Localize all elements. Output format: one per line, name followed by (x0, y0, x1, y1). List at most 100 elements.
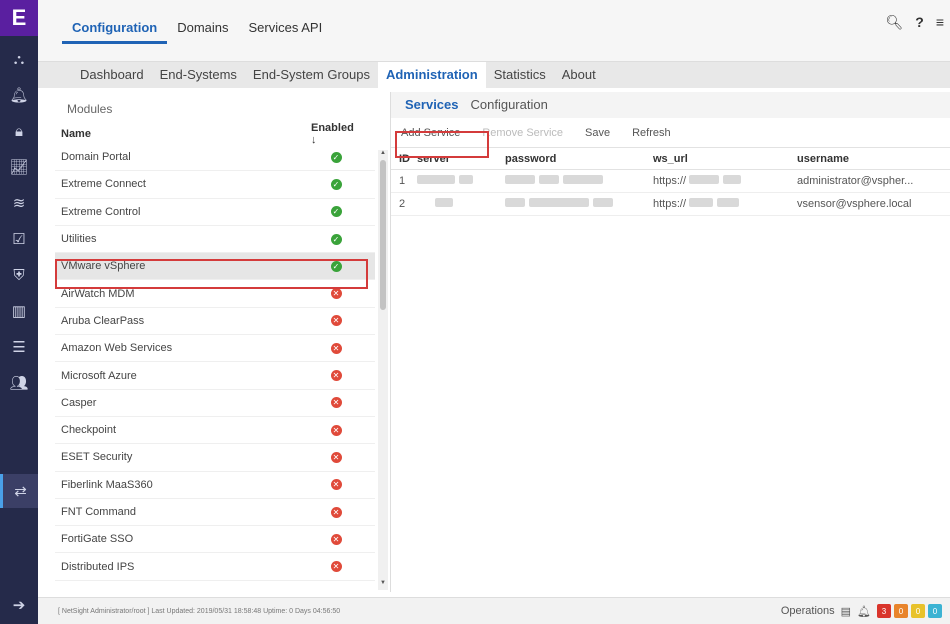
module-name: Microsoft Azure (61, 369, 137, 382)
list-item[interactable]: FortiGate SSO ✕ (55, 526, 375, 554)
tab-service-configuration[interactable]: Configuration (465, 92, 554, 118)
list-item[interactable]: Checkpoint ✕ (55, 417, 375, 445)
status-right: Operations ▤ 🔔︎ 3000 (781, 604, 942, 618)
enabled-cell[interactable]: ✕ (311, 424, 361, 436)
top-icons: 🔍︎ ? ≡ (885, 14, 950, 31)
list-item[interactable]: Amazon Web Services ✕ (55, 335, 375, 363)
alarm-count-badge[interactable]: 0 (911, 604, 925, 618)
module-name: FNT Command (61, 506, 136, 518)
list-item[interactable]: FNT Command ✕ (55, 499, 375, 527)
tab-statistics[interactable]: Statistics (486, 62, 554, 88)
operations-link[interactable]: Operations (781, 605, 835, 617)
lock-icon[interactable]: 🔒︎ (0, 114, 38, 148)
list-item[interactable]: Fiberlink MaaS360 ✕ (55, 472, 375, 499)
module-name: Aruba ClearPass (61, 314, 145, 327)
remove-service-button[interactable]: Remove Service (482, 127, 563, 139)
modules-scrollbar[interactable]: ▲ ▼ (378, 150, 388, 590)
module-name: Checkpoint (61, 424, 117, 437)
enabled-cell[interactable]: ✕ (311, 315, 361, 327)
enabled-check-icon: ✓ (330, 151, 342, 163)
users-icon[interactable]: 👥︎ (0, 366, 38, 400)
disabled-x-icon: ✕ (330, 479, 342, 491)
enabled-cell[interactable]: ✕ (311, 288, 361, 300)
enabled-check-icon: ✓ (330, 233, 342, 245)
tab-services-api[interactable]: Services API (239, 14, 333, 44)
disabled-x-icon: ✕ (330, 342, 342, 354)
status-bar: [ NetSight Administrator/root ] Last Upd… (38, 597, 950, 624)
enabled-cell[interactable]: ✕ (311, 342, 361, 354)
tab-configuration[interactable]: Configuration (62, 14, 168, 44)
services-tabs: Services Configuration (391, 92, 950, 118)
scroll-down-icon[interactable]: ▼ (378, 580, 388, 590)
column-password[interactable]: password (505, 153, 653, 165)
menu-icon[interactable]: ≡ (936, 14, 944, 31)
list-item[interactable]: Distributed IPS ✕ (55, 553, 375, 581)
module-name: Extreme Control (61, 205, 141, 218)
enabled-cell[interactable]: ✕ (311, 370, 361, 382)
tab-about[interactable]: About (554, 62, 604, 88)
password-redacted (505, 198, 653, 210)
document-icon[interactable]: ▤ (841, 605, 851, 618)
tab-dashboard[interactable]: Dashboard (72, 62, 152, 88)
disabled-x-icon: ✕ (330, 288, 342, 300)
tab-services[interactable]: Services (399, 92, 465, 118)
analytics-icon[interactable]: 📈︎ (0, 150, 38, 184)
column-ws-url[interactable]: ws_url (653, 153, 797, 165)
server-redacted (417, 198, 505, 210)
extreme-logo[interactable]: E (0, 0, 38, 36)
save-button[interactable]: Save (585, 127, 610, 139)
enabled-check-icon: ✓ (330, 206, 342, 218)
enabled-cell[interactable]: ✓ (311, 178, 361, 190)
enabled-cell[interactable]: ✕ (311, 506, 361, 518)
module-name: Amazon Web Services (61, 342, 173, 355)
search-icon[interactable]: 🔍︎ (885, 14, 903, 31)
list-item[interactable]: Extreme Connect ✓ (55, 171, 375, 199)
list-item[interactable]: Microsoft Azure ✕ (55, 362, 375, 390)
refresh-button[interactable]: Refresh (632, 127, 671, 139)
tab-administration[interactable]: Administration (377, 62, 486, 88)
notification-bell-icon[interactable]: 🔔︎ (857, 605, 871, 618)
compliance-icon[interactable]: ☑ (0, 222, 38, 256)
list-item[interactable]: Utilities ✓ (55, 226, 375, 254)
module-name: FortiGate SSO (61, 533, 134, 546)
reports-icon[interactable]: ▥ (0, 294, 38, 328)
help-icon[interactable]: ? (915, 14, 924, 31)
enabled-cell[interactable]: ✕ (311, 561, 361, 573)
table-row[interactable]: 1 https:// administrator@vspher... (391, 170, 950, 193)
enabled-cell[interactable]: ✓ (311, 233, 361, 245)
column-name-header[interactable]: Name (61, 128, 311, 140)
shield-icon[interactable]: ⛨ (0, 258, 38, 292)
alarm-count-badge[interactable]: 3 (877, 604, 891, 618)
enabled-cell[interactable]: ✕ (311, 479, 361, 491)
network-icon[interactable]: ⛬ (0, 42, 38, 76)
services-pane: Services Configuration Add Service Remov… (390, 92, 950, 592)
table-row[interactable]: 2 https:// vsensor@vsphere.local (391, 193, 950, 216)
expand-arrow-icon[interactable]: ➔ (0, 588, 38, 622)
column-username[interactable]: username (797, 153, 937, 165)
list-item[interactable]: ESET Security ✕ (55, 444, 375, 472)
connect-icon[interactable]: ⇄ (0, 474, 38, 508)
enabled-cell[interactable]: ✕ (311, 397, 361, 409)
enabled-cell[interactable]: ✕ (311, 533, 361, 545)
list-item[interactable]: Aruba ClearPass ✕ (55, 308, 375, 336)
list-item[interactable]: Casper ✕ (55, 390, 375, 417)
enabled-cell[interactable]: ✓ (311, 151, 361, 163)
alarm-count-badge[interactable]: 0 (928, 604, 942, 618)
module-name: Fiberlink MaaS360 (61, 478, 153, 491)
list-item[interactable]: Domain Portal ✓ (55, 144, 375, 172)
tasks-icon[interactable]: ☰ (0, 330, 38, 364)
tab-domains[interactable]: Domains (167, 14, 238, 44)
sort-down-icon: ↓ (311, 134, 317, 146)
column-enabled-header[interactable]: Enabled ↓ (311, 122, 361, 146)
tab-end-system-groups[interactable]: End-System Groups (245, 62, 378, 88)
alarm-count-badge[interactable]: 0 (894, 604, 908, 618)
scrollbar-thumb[interactable] (380, 160, 386, 310)
tab-end-systems[interactable]: End-Systems (152, 62, 245, 88)
wireless-icon[interactable]: ≋ (0, 186, 38, 220)
enabled-cell[interactable]: ✕ (311, 451, 361, 463)
top-bar: Configuration Domains Services API 🔍︎ ? … (38, 0, 950, 62)
scroll-up-icon[interactable]: ▲ (378, 150, 388, 160)
enabled-cell[interactable]: ✓ (311, 206, 361, 218)
alarm-bell-icon[interactable]: 🔔︎ (0, 78, 38, 112)
list-item[interactable]: Extreme Control ✓ (55, 199, 375, 226)
